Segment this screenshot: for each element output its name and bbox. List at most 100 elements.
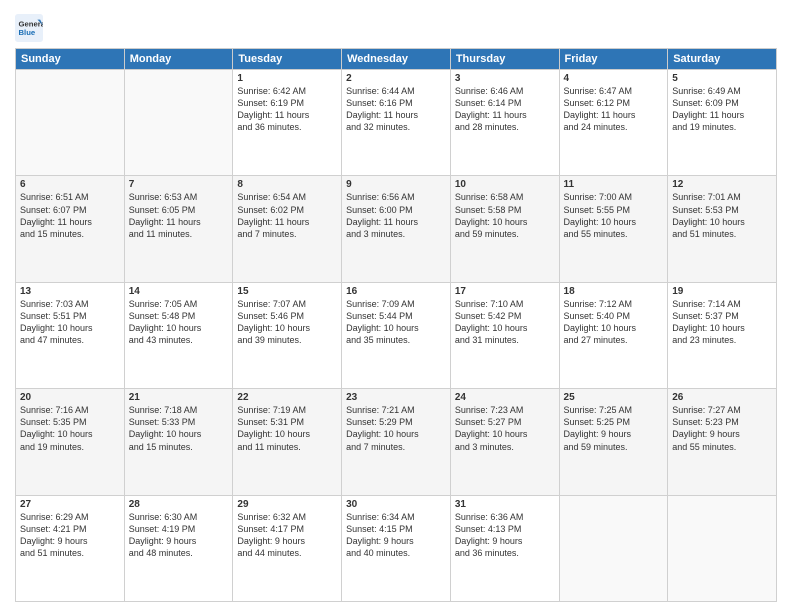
day-number: 28 bbox=[129, 499, 229, 510]
day-content: Sunrise: 7:27 AM Sunset: 5:23 PM Dayligh… bbox=[672, 404, 772, 453]
calendar-cell: 15Sunrise: 7:07 AM Sunset: 5:46 PM Dayli… bbox=[233, 282, 342, 388]
day-number: 3 bbox=[455, 73, 555, 84]
calendar-cell: 28Sunrise: 6:30 AM Sunset: 4:19 PM Dayli… bbox=[124, 495, 233, 601]
weekday-header-row: SundayMondayTuesdayWednesdayThursdayFrid… bbox=[16, 49, 777, 70]
calendar-cell: 5Sunrise: 6:49 AM Sunset: 6:09 PM Daylig… bbox=[668, 70, 777, 176]
calendar-cell: 30Sunrise: 6:34 AM Sunset: 4:15 PM Dayli… bbox=[342, 495, 451, 601]
calendar-cell bbox=[16, 70, 125, 176]
day-content: Sunrise: 6:36 AM Sunset: 4:13 PM Dayligh… bbox=[455, 511, 555, 560]
day-content: Sunrise: 6:51 AM Sunset: 6:07 PM Dayligh… bbox=[20, 191, 120, 240]
calendar-table: SundayMondayTuesdayWednesdayThursdayFrid… bbox=[15, 48, 777, 602]
day-content: Sunrise: 7:05 AM Sunset: 5:48 PM Dayligh… bbox=[129, 298, 229, 347]
week-row-3: 20Sunrise: 7:16 AM Sunset: 5:35 PM Dayli… bbox=[16, 389, 777, 495]
day-number: 16 bbox=[346, 286, 446, 297]
weekday-header-wednesday: Wednesday bbox=[342, 49, 451, 70]
calendar-cell: 4Sunrise: 6:47 AM Sunset: 6:12 PM Daylig… bbox=[559, 70, 668, 176]
calendar-cell: 13Sunrise: 7:03 AM Sunset: 5:51 PM Dayli… bbox=[16, 282, 125, 388]
weekday-header-sunday: Sunday bbox=[16, 49, 125, 70]
day-number: 24 bbox=[455, 392, 555, 403]
day-content: Sunrise: 6:46 AM Sunset: 6:14 PM Dayligh… bbox=[455, 85, 555, 134]
day-number: 27 bbox=[20, 499, 120, 510]
calendar-cell: 17Sunrise: 7:10 AM Sunset: 5:42 PM Dayli… bbox=[450, 282, 559, 388]
day-content: Sunrise: 7:07 AM Sunset: 5:46 PM Dayligh… bbox=[237, 298, 337, 347]
day-content: Sunrise: 7:19 AM Sunset: 5:31 PM Dayligh… bbox=[237, 404, 337, 453]
day-content: Sunrise: 7:18 AM Sunset: 5:33 PM Dayligh… bbox=[129, 404, 229, 453]
calendar-cell: 8Sunrise: 6:54 AM Sunset: 6:02 PM Daylig… bbox=[233, 176, 342, 282]
weekday-header-tuesday: Tuesday bbox=[233, 49, 342, 70]
day-number: 7 bbox=[129, 179, 229, 190]
day-content: Sunrise: 6:54 AM Sunset: 6:02 PM Dayligh… bbox=[237, 191, 337, 240]
calendar-cell: 7Sunrise: 6:53 AM Sunset: 6:05 PM Daylig… bbox=[124, 176, 233, 282]
day-content: Sunrise: 7:10 AM Sunset: 5:42 PM Dayligh… bbox=[455, 298, 555, 347]
day-content: Sunrise: 7:00 AM Sunset: 5:55 PM Dayligh… bbox=[564, 191, 664, 240]
day-content: Sunrise: 6:49 AM Sunset: 6:09 PM Dayligh… bbox=[672, 85, 772, 134]
weekday-header-saturday: Saturday bbox=[668, 49, 777, 70]
logo: General Blue bbox=[15, 14, 45, 42]
week-row-2: 13Sunrise: 7:03 AM Sunset: 5:51 PM Dayli… bbox=[16, 282, 777, 388]
day-number: 2 bbox=[346, 73, 446, 84]
day-content: Sunrise: 6:44 AM Sunset: 6:16 PM Dayligh… bbox=[346, 85, 446, 134]
calendar-cell: 3Sunrise: 6:46 AM Sunset: 6:14 PM Daylig… bbox=[450, 70, 559, 176]
day-number: 5 bbox=[672, 73, 772, 84]
calendar-cell: 16Sunrise: 7:09 AM Sunset: 5:44 PM Dayli… bbox=[342, 282, 451, 388]
day-content: Sunrise: 7:14 AM Sunset: 5:37 PM Dayligh… bbox=[672, 298, 772, 347]
calendar-cell: 25Sunrise: 7:25 AM Sunset: 5:25 PM Dayli… bbox=[559, 389, 668, 495]
weekday-header-monday: Monday bbox=[124, 49, 233, 70]
day-content: Sunrise: 7:25 AM Sunset: 5:25 PM Dayligh… bbox=[564, 404, 664, 453]
day-number: 19 bbox=[672, 286, 772, 297]
day-content: Sunrise: 6:34 AM Sunset: 4:15 PM Dayligh… bbox=[346, 511, 446, 560]
day-number: 14 bbox=[129, 286, 229, 297]
calendar-cell: 18Sunrise: 7:12 AM Sunset: 5:40 PM Dayli… bbox=[559, 282, 668, 388]
day-number: 8 bbox=[237, 179, 337, 190]
day-content: Sunrise: 6:29 AM Sunset: 4:21 PM Dayligh… bbox=[20, 511, 120, 560]
day-content: Sunrise: 7:16 AM Sunset: 5:35 PM Dayligh… bbox=[20, 404, 120, 453]
day-number: 18 bbox=[564, 286, 664, 297]
day-number: 1 bbox=[237, 73, 337, 84]
day-number: 22 bbox=[237, 392, 337, 403]
day-number: 17 bbox=[455, 286, 555, 297]
day-content: Sunrise: 6:32 AM Sunset: 4:17 PM Dayligh… bbox=[237, 511, 337, 560]
calendar-header: SundayMondayTuesdayWednesdayThursdayFrid… bbox=[16, 49, 777, 70]
day-number: 21 bbox=[129, 392, 229, 403]
day-number: 11 bbox=[564, 179, 664, 190]
calendar-cell: 20Sunrise: 7:16 AM Sunset: 5:35 PM Dayli… bbox=[16, 389, 125, 495]
day-content: Sunrise: 7:03 AM Sunset: 5:51 PM Dayligh… bbox=[20, 298, 120, 347]
day-number: 15 bbox=[237, 286, 337, 297]
day-number: 20 bbox=[20, 392, 120, 403]
calendar-cell bbox=[668, 495, 777, 601]
day-content: Sunrise: 7:23 AM Sunset: 5:27 PM Dayligh… bbox=[455, 404, 555, 453]
week-row-4: 27Sunrise: 6:29 AM Sunset: 4:21 PM Dayli… bbox=[16, 495, 777, 601]
calendar-cell: 21Sunrise: 7:18 AM Sunset: 5:33 PM Dayli… bbox=[124, 389, 233, 495]
calendar-cell: 24Sunrise: 7:23 AM Sunset: 5:27 PM Dayli… bbox=[450, 389, 559, 495]
calendar-cell: 22Sunrise: 7:19 AM Sunset: 5:31 PM Dayli… bbox=[233, 389, 342, 495]
day-number: 12 bbox=[672, 179, 772, 190]
calendar-cell: 6Sunrise: 6:51 AM Sunset: 6:07 PM Daylig… bbox=[16, 176, 125, 282]
weekday-header-thursday: Thursday bbox=[450, 49, 559, 70]
calendar-body: 1Sunrise: 6:42 AM Sunset: 6:19 PM Daylig… bbox=[16, 70, 777, 602]
day-number: 10 bbox=[455, 179, 555, 190]
day-number: 9 bbox=[346, 179, 446, 190]
day-number: 31 bbox=[455, 499, 555, 510]
calendar-cell bbox=[559, 495, 668, 601]
week-row-0: 1Sunrise: 6:42 AM Sunset: 6:19 PM Daylig… bbox=[16, 70, 777, 176]
day-content: Sunrise: 6:53 AM Sunset: 6:05 PM Dayligh… bbox=[129, 191, 229, 240]
day-content: Sunrise: 7:12 AM Sunset: 5:40 PM Dayligh… bbox=[564, 298, 664, 347]
calendar-cell: 26Sunrise: 7:27 AM Sunset: 5:23 PM Dayli… bbox=[668, 389, 777, 495]
calendar-cell: 23Sunrise: 7:21 AM Sunset: 5:29 PM Dayli… bbox=[342, 389, 451, 495]
day-content: Sunrise: 7:21 AM Sunset: 5:29 PM Dayligh… bbox=[346, 404, 446, 453]
calendar-cell: 12Sunrise: 7:01 AM Sunset: 5:53 PM Dayli… bbox=[668, 176, 777, 282]
day-number: 23 bbox=[346, 392, 446, 403]
weekday-header-friday: Friday bbox=[559, 49, 668, 70]
calendar-cell: 31Sunrise: 6:36 AM Sunset: 4:13 PM Dayli… bbox=[450, 495, 559, 601]
svg-text:Blue: Blue bbox=[19, 28, 36, 37]
calendar-cell: 1Sunrise: 6:42 AM Sunset: 6:19 PM Daylig… bbox=[233, 70, 342, 176]
calendar-page: General Blue SundayMondayTuesdayWednesda… bbox=[0, 0, 792, 612]
day-number: 4 bbox=[564, 73, 664, 84]
day-number: 26 bbox=[672, 392, 772, 403]
calendar-cell: 14Sunrise: 7:05 AM Sunset: 5:48 PM Dayli… bbox=[124, 282, 233, 388]
day-content: Sunrise: 7:09 AM Sunset: 5:44 PM Dayligh… bbox=[346, 298, 446, 347]
day-content: Sunrise: 6:56 AM Sunset: 6:00 PM Dayligh… bbox=[346, 191, 446, 240]
calendar-cell: 27Sunrise: 6:29 AM Sunset: 4:21 PM Dayli… bbox=[16, 495, 125, 601]
week-row-1: 6Sunrise: 6:51 AM Sunset: 6:07 PM Daylig… bbox=[16, 176, 777, 282]
logo-icon: General Blue bbox=[15, 14, 43, 42]
